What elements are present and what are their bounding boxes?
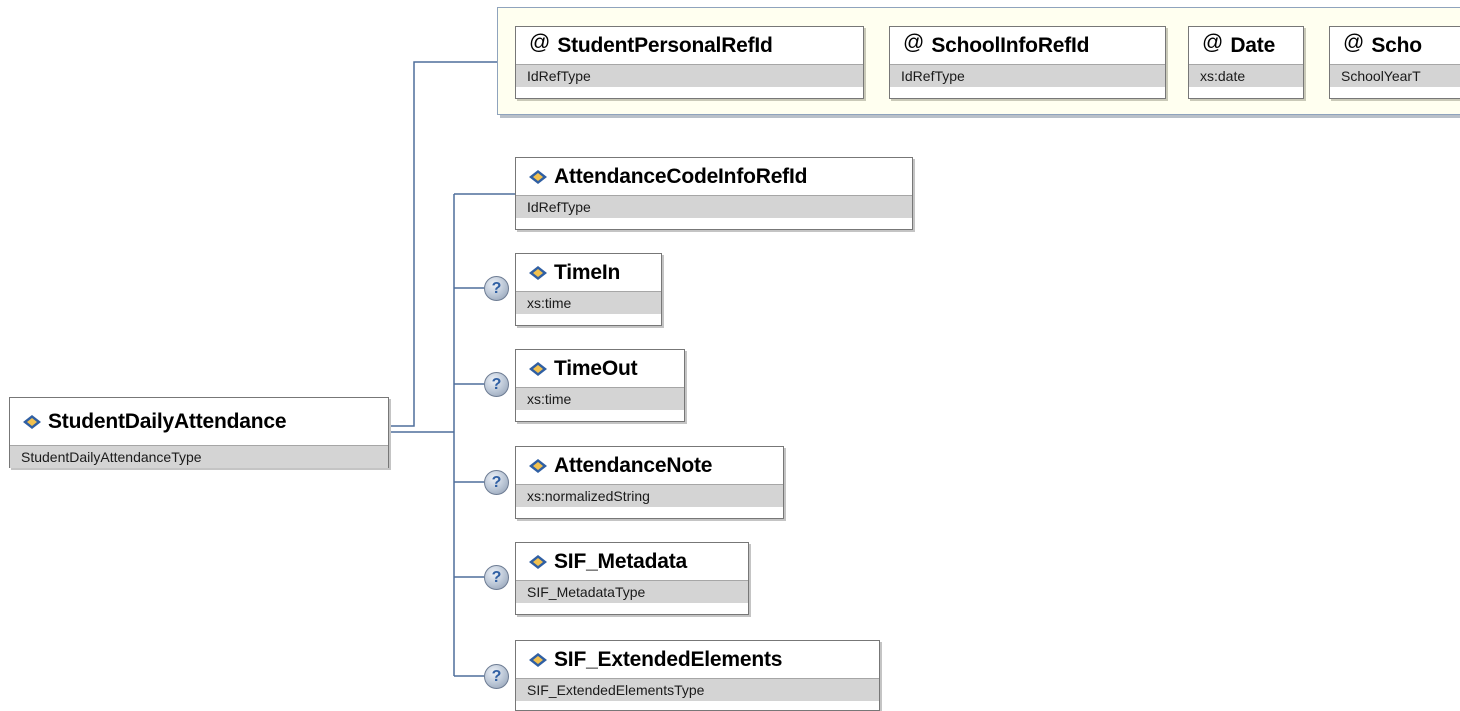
attribute-name: SchoolInfoRefId: [931, 33, 1090, 57]
root-to-attributes-connector: [389, 61, 497, 427]
element-type: xs:time: [516, 387, 684, 410]
element-type: xs:time: [516, 291, 661, 314]
element-node-attendance-code-info-refid[interactable]: AttendanceCodeInfoRefId IdRefType: [515, 157, 913, 230]
attribute-name: Date: [1230, 33, 1276, 57]
element-type: SIF_ExtendedElementsType: [516, 678, 879, 701]
optional-question-icon: ?: [484, 372, 509, 397]
element-type: SIF_MetadataType: [516, 580, 748, 603]
element-name: TimeOut: [554, 356, 638, 380]
element-name: SIF_Metadata: [554, 549, 687, 573]
element-node-time-in[interactable]: TimeIn xs:time: [515, 253, 662, 326]
element-diamond-icon: [529, 169, 547, 184]
attribute-at-icon: @: [1202, 30, 1224, 54]
element-diamond-icon: [23, 414, 41, 429]
attribute-node-student-personal-refid[interactable]: @ StudentPersonalRefId IdRefType: [515, 26, 864, 99]
element-node-attendance-note[interactable]: AttendanceNote xs:normalizedString: [515, 446, 784, 519]
attribute-node-date[interactable]: @ Date xs:date: [1188, 26, 1304, 99]
optional-question-icon: ?: [484, 664, 509, 689]
element-diamond-icon: [529, 458, 547, 473]
element-node-sif-extended-elements[interactable]: SIF_ExtendedElements SIF_ExtendedElement…: [515, 640, 880, 711]
root-element-node[interactable]: StudentDailyAttendance StudentDailyAtten…: [9, 397, 389, 468]
attribute-type: SchoolYearT: [1330, 64, 1460, 87]
attribute-node-school-info-refid[interactable]: @ SchoolInfoRefId IdRefType: [889, 26, 1166, 99]
attribute-type: IdRefType: [516, 64, 863, 87]
attribute-name: Scho: [1371, 33, 1422, 57]
element-diamond-icon: [529, 554, 547, 569]
attribute-at-icon: @: [903, 30, 925, 54]
attribute-name: StudentPersonalRefId: [557, 33, 773, 57]
element-diamond-icon: [529, 265, 547, 280]
optional-question-icon: ?: [484, 565, 509, 590]
optional-question-icon: ?: [484, 470, 509, 495]
element-name: AttendanceCodeInfoRefId: [554, 164, 808, 188]
element-diamond-icon: [529, 652, 547, 667]
root-element-name: StudentDailyAttendance: [48, 409, 287, 433]
attribute-type: xs:date: [1189, 64, 1303, 87]
element-type: IdRefType: [516, 195, 912, 218]
optional-question-icon: ?: [484, 276, 509, 301]
element-name: SIF_ExtendedElements: [554, 647, 783, 671]
attribute-at-icon: @: [529, 30, 551, 54]
attribute-at-icon: @: [1343, 30, 1365, 54]
element-node-time-out[interactable]: TimeOut xs:time: [515, 349, 685, 422]
element-diamond-icon: [529, 361, 547, 376]
attributes-panel: @ StudentPersonalRefId IdRefType @ Schoo…: [497, 7, 1460, 115]
attribute-node-school-year[interactable]: @ Scho SchoolYearT: [1329, 26, 1460, 99]
element-name: AttendanceNote: [554, 453, 713, 477]
root-element-type: StudentDailyAttendanceType: [10, 445, 388, 468]
element-type: xs:normalizedString: [516, 484, 783, 507]
element-node-sif-metadata[interactable]: SIF_Metadata SIF_MetadataType: [515, 542, 749, 615]
element-name: TimeIn: [554, 260, 621, 284]
attribute-type: IdRefType: [890, 64, 1165, 87]
